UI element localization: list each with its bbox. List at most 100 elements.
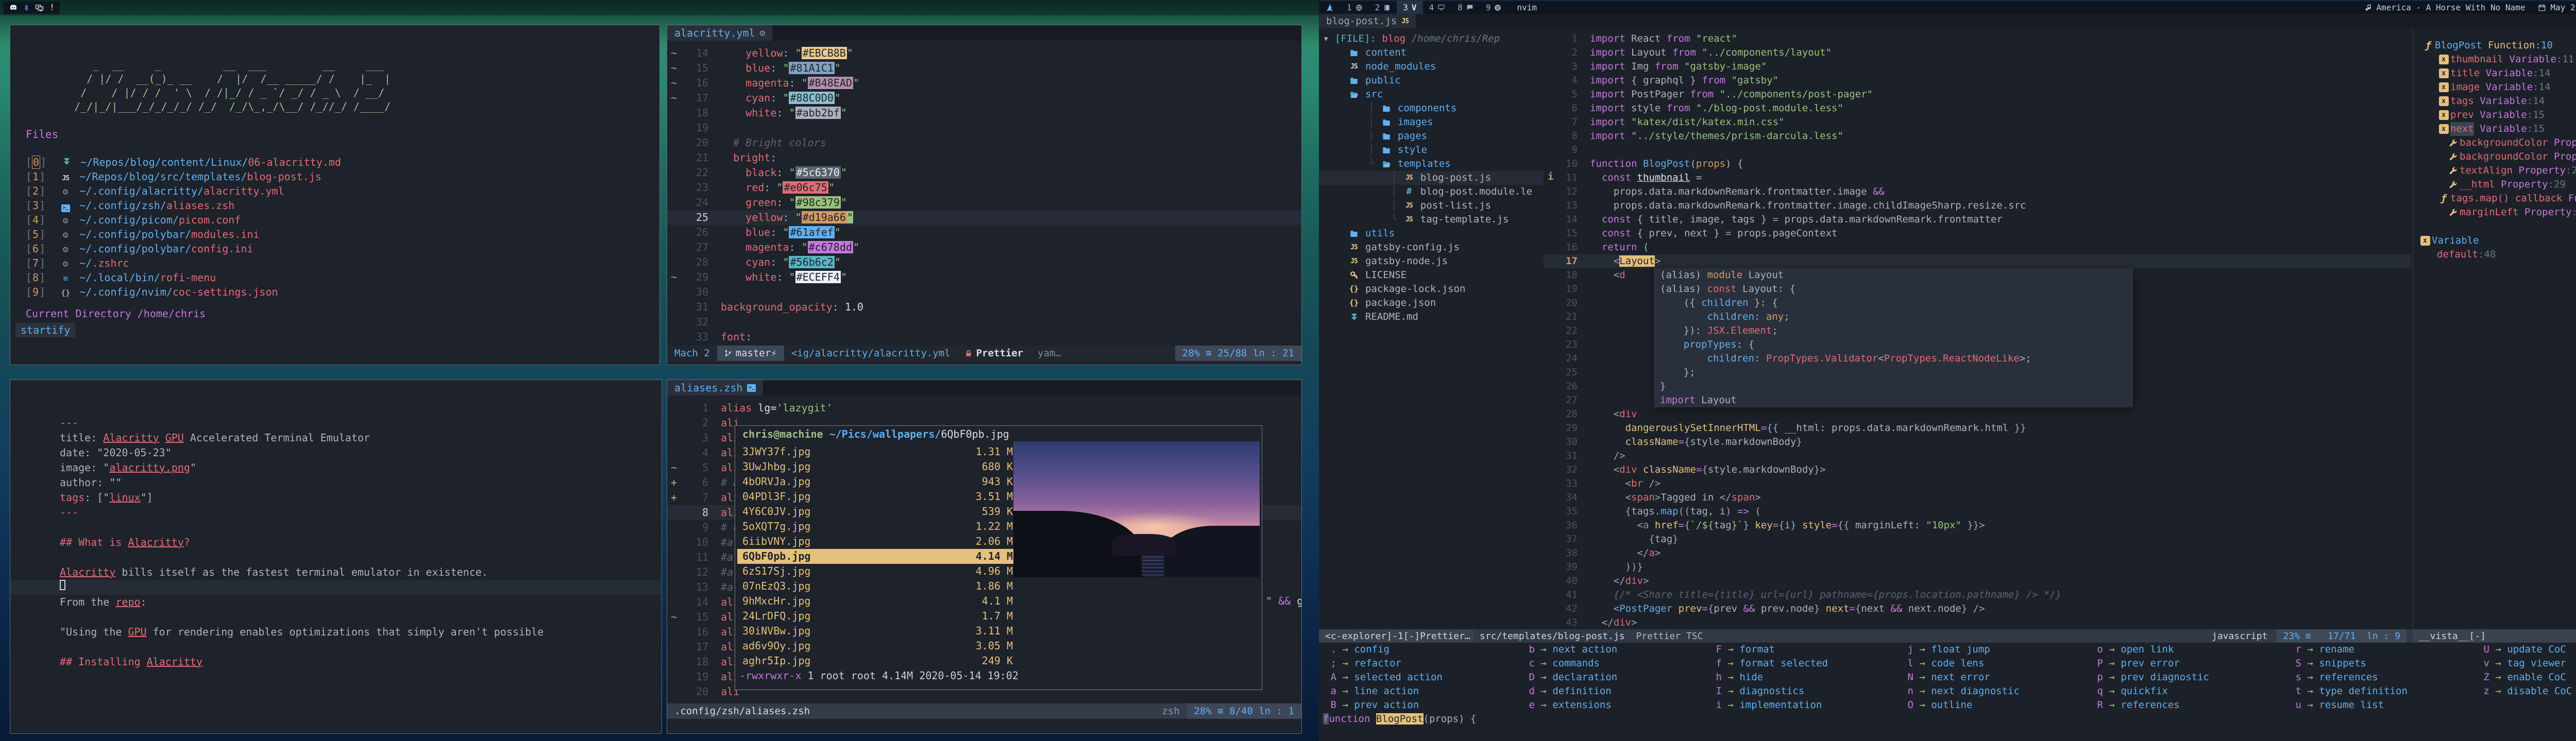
whichkey-item[interactable]: A → selected action [1325, 670, 1443, 684]
whichkey-item[interactable]: O → outline [1902, 698, 2020, 712]
whichkey-item[interactable]: z → disable CoC [2478, 684, 2572, 698]
tree-item-images[interactable]: │ images [1319, 115, 1544, 129]
markdown-buffer[interactable]: ---title: Alacritty GPU Accelerated Term… [10, 401, 662, 669]
tree-item-style[interactable]: │ style [1319, 143, 1544, 157]
outline-item-__html[interactable]: __html Property:29 [2413, 178, 2576, 192]
discord-tray[interactable] [8, 4, 19, 12]
tree-item-node_modules[interactable]: JSnode_modules [1319, 60, 1544, 74]
tree-item-tag-template.js[interactable]: └ JStag-template.js [1319, 213, 1544, 227]
whichkey-item[interactable]: e → extensions [1523, 698, 1617, 712]
tree-item-blog-post.js[interactable]: │ JSblog-post.js [1319, 171, 1544, 185]
file-row[interactable]: 30iNVBw.jpg3.11 M [737, 624, 1018, 639]
outline-item-backgroundColor[interactable]: backgroundColor Property: [2413, 150, 2576, 164]
alacritty-yml-buffer[interactable]: ~14 yellow: "#EBCB8B"~15 blue: "#81A1C1"… [667, 46, 1301, 344]
whichkey-item[interactable]: f → format selected [1710, 657, 1828, 670]
file-row[interactable]: 3JWY37f.jpg1.31 M [737, 444, 1018, 459]
whichkey-item[interactable]: B → prev action [1325, 698, 1443, 712]
outline-item-title[interactable]: xtitle Variable:14 [2413, 66, 2576, 80]
tree-item-package-lock.json[interactable]: {}package-lock.json [1319, 282, 1544, 296]
tree-item-README.md[interactable]: README.md [1319, 310, 1544, 324]
file-row[interactable]: ad6v9Oy.jpg3.05 M [737, 639, 1018, 653]
tree-item-gatsby-node.js[interactable]: JSgatsby-node.js [1319, 254, 1544, 268]
whichkey-item[interactable]: o → open link [2092, 643, 2209, 657]
tree-item-content[interactable]: content [1319, 46, 1544, 60]
whichkey-item[interactable]: n → next diagnostic [1902, 684, 2020, 698]
workspace-1[interactable]: 1 [1341, 1, 1369, 14]
file-row[interactable]: 6iibVNY.jpg2.06 M [737, 534, 1018, 549]
code-window[interactable]: 1import React from "react"2import Layout… [1544, 28, 2411, 629]
startify-entry[interactable]: [9] {} ~/.config/nvim/coc-settings.json [26, 285, 341, 299]
startify-entry[interactable]: [4] ⚙ ~/.config/picom/picom.conf [26, 213, 341, 227]
file-row[interactable]: 5oXQT7g.jpg1.22 M [737, 519, 1018, 534]
displays-tray[interactable] [35, 4, 44, 12]
file-row[interactable]: 9hMxcHr.jpg4.1 M [737, 594, 1018, 609]
whichkey-item[interactable]: v → tag viewer [2478, 657, 2572, 670]
whichkey-item[interactable]: i → implementation [1710, 698, 1828, 712]
warning-tray[interactable]: ! [49, 3, 55, 13]
tree-root[interactable]: ▾ [FILE]: blog /home/chris/Rep [1319, 32, 1544, 46]
workspace-9[interactable]: 9 [1480, 1, 1508, 14]
startify-entry[interactable]: [7] ⚙ ~/.zshrc [26, 256, 341, 270]
whichkey-item[interactable]: c → commands [1523, 657, 1617, 670]
outline-item-thumbnail[interactable]: xthumbnail Variable:11 [2413, 53, 2576, 66]
whichkey-item[interactable]: P → prev error [2092, 657, 2209, 670]
startify-entry[interactable]: [3] >_ ~/.config/zsh/aliases.zsh [26, 198, 341, 213]
whichkey-item[interactable]: I → diagnostics [1710, 684, 1828, 698]
whichkey-item[interactable]: s → references [2290, 670, 2408, 684]
tab-alacritty-yml[interactable]: alacritty.yml⚙ [667, 25, 772, 41]
tree-item-post-list.js[interactable]: │ JSpost-list.js [1319, 199, 1544, 213]
outline-item-tags[interactable]: xtags Variable:14 [2413, 94, 2576, 108]
tree-item-public[interactable]: public [1319, 74, 1544, 88]
whichkey-item[interactable]: p → prev diagnostic [2092, 670, 2209, 684]
outline-item-textAlign[interactable]: textAlign Property:25 [2413, 164, 2576, 178]
file-row[interactable]: 3UwJhbg.jpg680 K [737, 459, 1018, 474]
whichkey-item[interactable]: b → next action [1523, 643, 1617, 657]
outline-item-backgroundColor[interactable]: backgroundColor Property: [2413, 136, 2576, 150]
file-row[interactable]: 24LrDFQ.jpg1.7 M [737, 609, 1018, 624]
workspace-3[interactable]: 3V [1397, 1, 1422, 14]
tree-item-components[interactable]: │ components [1319, 101, 1544, 115]
file-row[interactable]: 4Y6C0JV.jpg539 K [737, 504, 1018, 519]
whichkey-item[interactable]: h → hide [1710, 670, 1828, 684]
startify-entry[interactable]: [8] ≡ ~/.local/bin/rofi-menu [26, 270, 341, 285]
file-row[interactable]: 07nEzQ3.jpg1.86 M [737, 579, 1018, 594]
tree-item-pages[interactable]: │ pages [1319, 129, 1544, 143]
tree-item-utils[interactable]: utils [1319, 227, 1544, 240]
outline-item-tags.map() callback[interactable]: ƒtags.map() callback Function [2413, 192, 2576, 205]
startify-entry[interactable]: [2] ⚙ ~/.config/alacritty/alacritty.yml [26, 184, 341, 198]
workspace-4[interactable]: 4 [1423, 1, 1452, 14]
tree-item-templates[interactable]: └ templates [1319, 157, 1544, 171]
whichkey-item[interactable]: S → snippets [2290, 657, 2408, 670]
bluetooth-tray[interactable] [24, 4, 29, 12]
workspace-8[interactable]: 8 [1451, 1, 1480, 14]
whichkey-item[interactable]: r → rename [2290, 643, 2408, 657]
outline-item-next[interactable]: xnext Variable:15 [2413, 122, 2576, 136]
whichkey-item[interactable]: Z → enable CoC [2478, 670, 2572, 684]
file-row[interactable]: 4bORVJa.jpg943 K [737, 474, 1018, 489]
startify-entry[interactable]: [5] ⚙ ~/.config/polybar/modules.ini [26, 227, 341, 242]
outline-item-prev[interactable]: xprev Variable:15 [2413, 108, 2576, 122]
whichkey-item[interactable]: u → resume list [2290, 698, 2408, 712]
whichkey-item[interactable]: U → update CoC [2478, 643, 2572, 657]
whichkey-item[interactable]: q → quickfix [2092, 684, 2209, 698]
outline-item-marginLeft[interactable]: marginLeft Property:36 [2413, 205, 2576, 219]
startify-entry[interactable]: [6] ⚙ ~/.config/polybar/config.ini [26, 242, 341, 256]
startify-entry[interactable]: [1] JS ~/Repos/blog/src/templates/blog-p… [26, 169, 341, 184]
file-row[interactable]: 6zS17Sj.jpg4.96 M [737, 564, 1018, 579]
outline-item-BlogPost[interactable]: ƒBlogPost Function:10 [2413, 39, 2576, 53]
tree-item-package.json[interactable]: {}package.json [1319, 296, 1544, 310]
whichkey-item[interactable]: N → next error [1902, 670, 2020, 684]
tree-item-LICENSE[interactable]: LICENSE [1319, 268, 1544, 282]
file-row[interactable]: 04PDl3F.jpg3.51 M [737, 489, 1018, 504]
startify-entry[interactable]: [0] ~/Repos/blog/content/Linux/06-alacri… [26, 155, 341, 169]
whichkey-item[interactable]: t → type definition [2290, 684, 2408, 698]
whichkey-item[interactable]: ; → refactor [1325, 657, 1443, 670]
tree-item-gatsby-config.js[interactable]: JSgatsby-config.js [1319, 240, 1544, 254]
whichkey-item[interactable]: . → config [1325, 643, 1443, 657]
whichkey-item[interactable]: d → definition [1523, 684, 1617, 698]
tree-item-blog-post.module.le[interactable]: │ #blog-post.module.le [1319, 185, 1544, 199]
outline-item-image[interactable]: ximage Variable:14 [2413, 80, 2576, 94]
file-row[interactable]: 6QbF0pb.jpg4.14 M [737, 549, 1018, 564]
whichkey-item[interactable]: l → code lens [1902, 657, 2020, 670]
outline-item-default[interactable]: default:48 [2413, 248, 2576, 262]
